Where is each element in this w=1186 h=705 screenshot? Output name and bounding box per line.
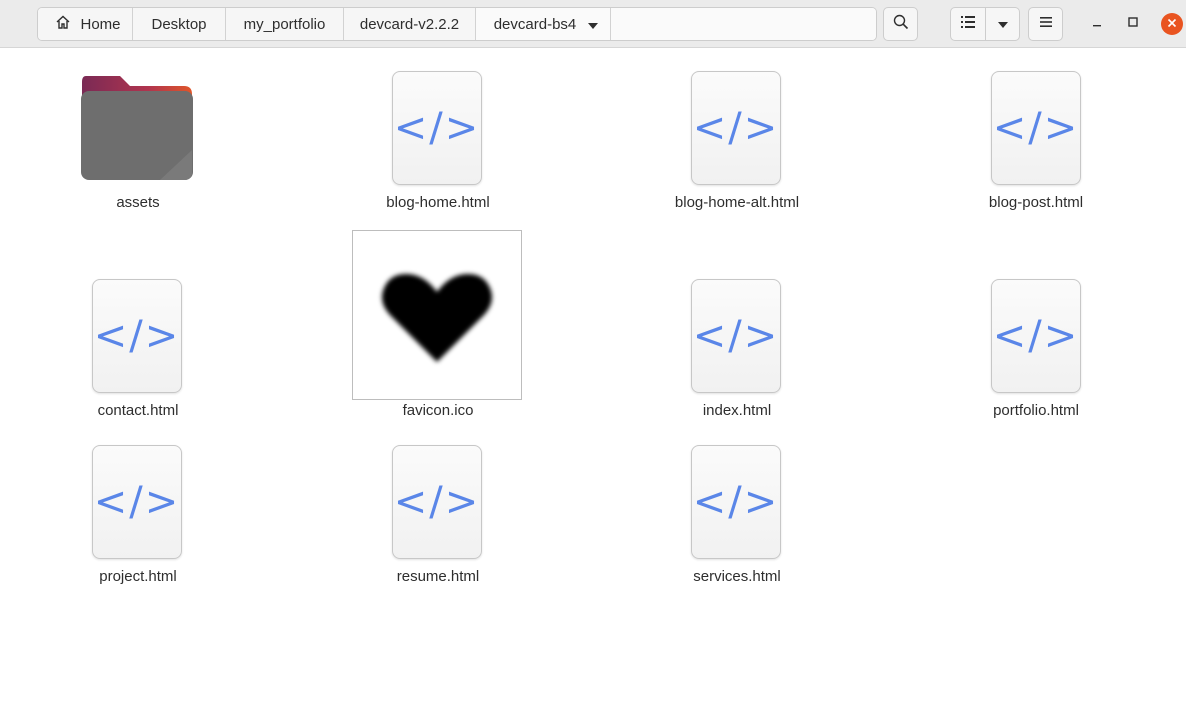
code-glyph: </> [692,105,780,151]
list-view-icon [960,15,976,34]
maximize-icon [1127,15,1139,33]
chevron-down-icon [997,15,1008,33]
code-glyph: </> [393,105,481,151]
main-menu-button[interactable] [1028,7,1063,41]
code-glyph: </> [393,479,481,525]
html-file-icon: </> [691,445,781,559]
heart-icon [382,274,492,362]
maximize-button[interactable] [1122,13,1144,35]
file-name: blog-home-alt.html [674,194,800,211]
file-item-html[interactable]: </> contact.html [38,278,238,428]
file-item-html[interactable]: </> blog-home-alt.html [637,70,837,220]
file-item-html[interactable]: </> blog-post.html [936,70,1136,220]
file-item-html[interactable]: </> resume.html [338,444,538,594]
file-item-html[interactable]: </> portfolio.html [936,278,1136,428]
code-glyph: </> [992,105,1080,151]
header-bar: Home Desktop my_portfolio devcard-v2.2.2… [0,0,1186,48]
search-button[interactable] [883,7,918,41]
minimize-button[interactable] [1086,13,1108,35]
file-name: contact.html [97,402,179,419]
file-item-image[interactable]: favicon.ico [338,230,538,420]
file-name: project.html [99,568,177,585]
breadcrumb: Home Desktop my_portfolio devcard-v2.2.2… [37,7,877,41]
html-file-icon: </> [691,71,781,185]
html-file-icon: </> [92,279,182,393]
close-icon [1167,15,1177,33]
code-glyph: </> [692,479,780,525]
file-name: favicon.ico [402,402,474,419]
html-file-icon: </> [92,445,182,559]
chevron-down-icon[interactable] [588,16,599,33]
breadcrumb-label: devcard-bs4 [493,15,577,33]
file-name: index.html [702,402,772,419]
close-button[interactable] [1161,13,1183,35]
file-name: portfolio.html [993,402,1079,419]
breadcrumb-label: Desktop [151,15,207,33]
file-item-html[interactable]: </> services.html [637,444,837,594]
home-icon [55,14,71,34]
file-item-html[interactable]: </> project.html [38,444,238,594]
hamburger-menu-icon [1039,15,1053,33]
breadcrumb-home[interactable]: Home [38,8,133,40]
search-icon [893,14,909,35]
minimize-icon [1091,15,1103,33]
breadcrumb-devcard-bs4[interactable]: devcard-bs4 [476,8,611,40]
breadcrumb-desktop[interactable]: Desktop [133,8,226,40]
file-item-folder[interactable]: assets [38,70,238,220]
file-name: blog-home.html [386,194,490,211]
html-file-icon: </> [991,71,1081,185]
html-file-icon: </> [991,279,1081,393]
file-name: services.html [693,568,781,585]
view-options-button[interactable] [985,7,1020,41]
breadcrumb-label: devcard-v2.2.2 [359,15,460,33]
breadcrumb-label: Home [80,15,121,33]
file-name: resume.html [396,568,480,585]
code-glyph: </> [93,479,181,525]
file-item-html[interactable]: </> index.html [637,278,837,428]
code-glyph: </> [692,313,780,359]
path-bar-empty[interactable] [611,8,876,40]
breadcrumb-label: my_portfolio [243,15,326,33]
code-glyph: </> [93,313,181,359]
html-file-icon: </> [392,445,482,559]
file-item-html[interactable]: </> blog-home.html [338,70,538,220]
breadcrumb-devcard-v2[interactable]: devcard-v2.2.2 [344,8,476,40]
file-name: assets [116,194,160,211]
file-name: blog-post.html [988,194,1084,211]
breadcrumb-my-portfolio[interactable]: my_portfolio [226,8,344,40]
image-thumbnail [352,230,522,400]
code-glyph: </> [992,313,1080,359]
html-file-icon: </> [691,279,781,393]
view-toggle-button[interactable] [950,7,986,41]
html-file-icon: </> [392,71,482,185]
folder-icon [80,74,194,187]
